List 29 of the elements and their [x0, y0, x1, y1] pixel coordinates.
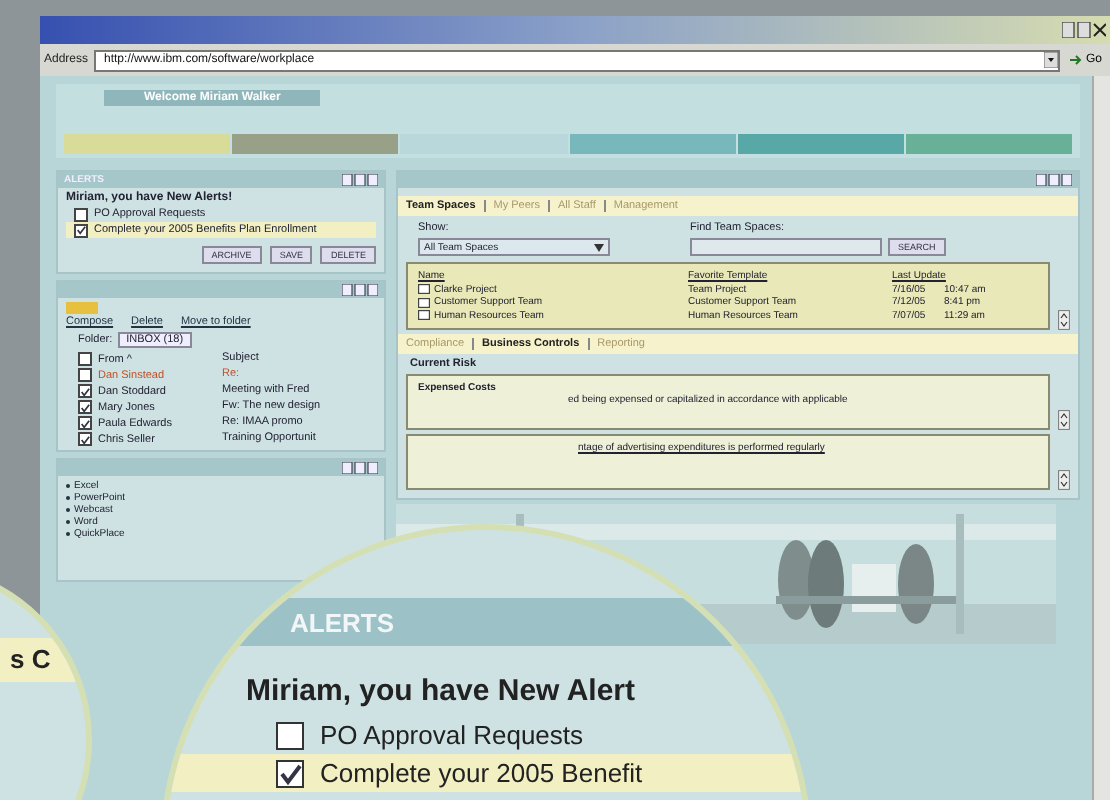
checkbox[interactable]	[78, 384, 92, 398]
tag	[66, 302, 98, 314]
check-icon	[278, 761, 302, 785]
spinner-icon[interactable]	[1058, 410, 1070, 430]
checkbox[interactable]	[78, 400, 92, 414]
spinner-icon[interactable]	[1058, 470, 1070, 490]
spinner-icon[interactable]	[1058, 310, 1070, 330]
checkbox[interactable]	[78, 432, 92, 446]
window-controls-icon[interactable]	[342, 462, 378, 474]
checkbox[interactable]	[78, 416, 92, 430]
window-controls-icon[interactable]	[342, 284, 378, 296]
window-controls-icon[interactable]	[342, 174, 378, 186]
alerts-heading: Miriam, you have New Alert	[244, 672, 638, 712]
alert-item[interactable]: Complete your 2005 Benefit	[320, 758, 643, 788]
panel-title: ALERTS	[290, 607, 394, 637]
checkbox[interactable]	[276, 721, 304, 749]
arrow-icon	[1069, 54, 1084, 66]
check-icon	[76, 224, 86, 236]
search-field[interactable]	[690, 238, 882, 256]
dropdown-arrow-icon[interactable]	[1043, 52, 1058, 68]
checkbox[interactable]	[78, 352, 92, 366]
alert-item[interactable]: PO Approval Requests	[320, 720, 584, 750]
checkbox[interactable]	[74, 223, 88, 237]
window-controls-icon[interactable]	[1036, 174, 1072, 186]
checkbox[interactable]	[74, 207, 88, 221]
dropdown-arrow-icon	[594, 243, 604, 251]
window-controls-icon[interactable]	[1062, 22, 1106, 38]
checkbox[interactable]	[276, 759, 304, 787]
checkbox[interactable]	[78, 368, 92, 382]
